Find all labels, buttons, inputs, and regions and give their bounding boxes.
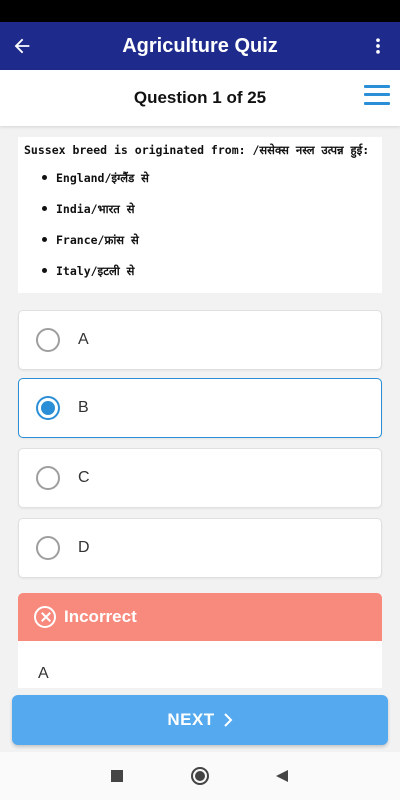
radio-button[interactable]: [36, 466, 60, 490]
option-c[interactable]: C: [18, 448, 382, 508]
circle-icon[interactable]: [190, 766, 210, 786]
question-header: Question 1 of 25: [0, 70, 400, 126]
chevron-right-icon: [223, 713, 233, 727]
choice-item: France/फ्रांस से: [42, 233, 376, 264]
triangle-back-icon[interactable]: [272, 766, 292, 786]
more-vert-icon[interactable]: [364, 32, 392, 60]
result-status: Incorrect: [64, 607, 137, 626]
hamburger-menu-icon[interactable]: [364, 82, 390, 108]
option-b[interactable]: B: [18, 378, 382, 438]
next-button[interactable]: NEXT: [12, 695, 388, 745]
option-label: C: [78, 469, 90, 486]
radio-button[interactable]: [36, 328, 60, 352]
app-bar: Agriculture Quiz: [0, 22, 400, 70]
option-label: B: [78, 399, 89, 416]
square-icon[interactable]: [107, 766, 127, 786]
choice-item: England/इंग्लैंड से: [42, 171, 376, 202]
x-circle-icon: [34, 606, 56, 628]
option-a[interactable]: A: [18, 310, 382, 370]
app-title: Agriculture Quiz: [122, 34, 278, 57]
choice-item: India/भारत से: [42, 202, 376, 233]
option-d[interactable]: D: [18, 518, 382, 578]
system-nav-bar: [0, 752, 400, 800]
choice-list: England/इंग्लैंड से India/भारत से France…: [24, 171, 376, 295]
correct-answer: A: [38, 665, 49, 682]
next-button-label: NEXT: [167, 710, 215, 729]
result-header: Incorrect: [18, 593, 382, 641]
radio-button[interactable]: [36, 536, 60, 560]
choice-item: Italy/इटली से: [42, 264, 376, 295]
option-label: D: [78, 539, 90, 556]
question-text: Sussex breed is originated from: /ससेक्स…: [24, 143, 370, 157]
radio-button-selected[interactable]: [36, 396, 60, 420]
question-card: Sussex breed is originated from: /ससेक्स…: [18, 137, 382, 293]
status-bar: [0, 0, 400, 22]
option-label: A: [78, 331, 89, 348]
result-card: Incorrect A: [18, 593, 382, 703]
question-counter: Question 1 of 25: [133, 88, 267, 107]
